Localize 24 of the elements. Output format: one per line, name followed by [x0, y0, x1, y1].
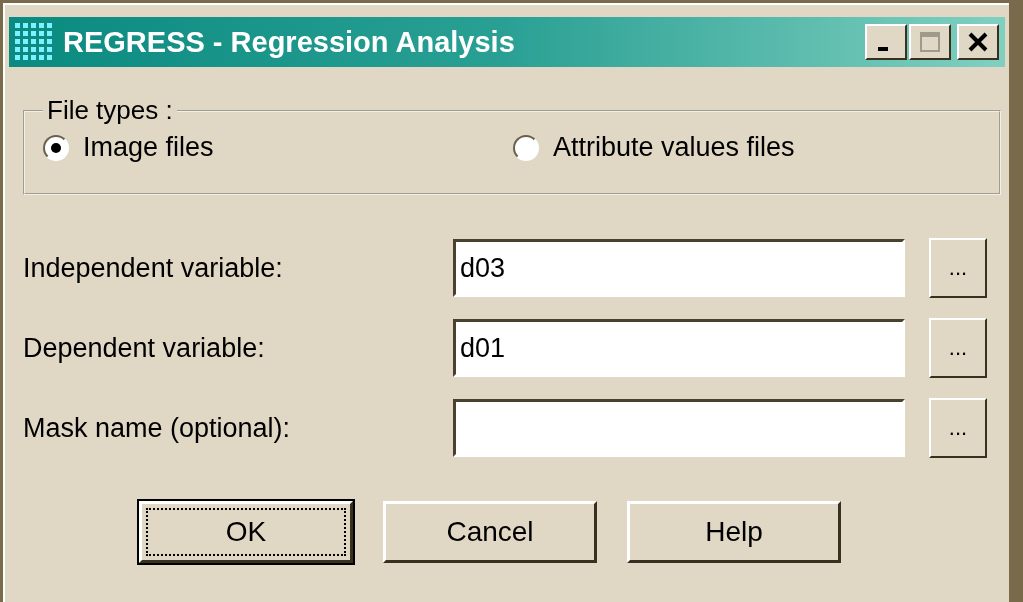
- field-label: Independent variable:: [23, 252, 284, 284]
- radio-label[interactable]: Image files: [83, 132, 214, 163]
- window-title: REGRESS - Regression Analysis: [63, 25, 516, 59]
- dialog-button[interactable]: Help: [627, 501, 841, 563]
- radio-button[interactable]: [513, 134, 539, 161]
- app-icon: [15, 23, 55, 61]
- dialog-button[interactable]: Cancel: [383, 501, 597, 563]
- maximize-icon: [918, 30, 942, 54]
- radio-button[interactable]: [43, 134, 69, 161]
- minimize-button[interactable]: [865, 24, 907, 60]
- close-icon: [966, 30, 990, 54]
- browse-button[interactable]: ...: [929, 398, 987, 458]
- group-label: File types :: [46, 95, 174, 126]
- browse-button[interactable]: ...: [929, 318, 987, 378]
- radio-label[interactable]: Attribute values files: [553, 132, 795, 163]
- dialog-button[interactable]: OK: [139, 501, 353, 563]
- close-button[interactable]: [957, 24, 999, 60]
- browse-button[interactable]: ...: [929, 238, 987, 298]
- input-field[interactable]: d01: [453, 319, 905, 377]
- minimize-icon: [878, 47, 888, 51]
- field-label: Mask name (optional):: [23, 412, 292, 444]
- field-label: Dependent variable:: [23, 332, 266, 364]
- input-field[interactable]: [453, 399, 905, 457]
- input-field[interactable]: d03: [453, 239, 905, 297]
